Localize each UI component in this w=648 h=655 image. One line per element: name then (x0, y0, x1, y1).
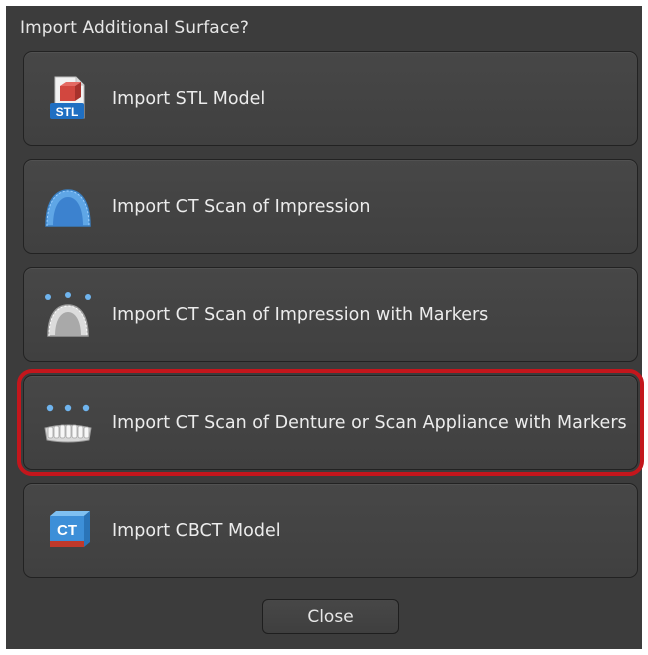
import-ct-impression-label: Import CT Scan of Impression (112, 196, 371, 217)
import-ct-denture-markers-button[interactable]: Import CT Scan of Denture or Scan Applia… (17, 369, 644, 476)
ct-badge-text: CT (57, 522, 77, 539)
stl-badge-text: STL (56, 105, 79, 119)
import-ct-impression-button[interactable]: Import CT Scan of Impression (23, 159, 638, 254)
import-cbct-button[interactable]: CT Import CBCT Model (23, 483, 638, 578)
close-button[interactable]: Close (262, 599, 399, 634)
stl-file-icon: STL (42, 74, 94, 126)
import-ct-impression-markers-button[interactable]: Import CT Scan of Impression with Marker… (23, 267, 638, 362)
import-cbct-label: Import CBCT Model (112, 520, 281, 541)
import-ct-impression-markers-label: Import CT Scan of Impression with Marker… (112, 304, 489, 325)
dialog-title: Import Additional Surface? (20, 18, 249, 38)
cbct-icon: CT (42, 506, 94, 558)
import-ct-denture-markers-label: Import CT Scan of Denture or Scan Applia… (112, 412, 627, 433)
import-stl-label: Import STL Model (112, 88, 266, 109)
import-stl-button[interactable]: STL Import STL Model (23, 51, 638, 146)
denture-markers-icon (42, 398, 94, 450)
import-surface-dialog: Import Additional Surface? STL Import ST… (6, 6, 644, 649)
impression-icon (42, 182, 94, 234)
impression-markers-icon (42, 290, 94, 342)
